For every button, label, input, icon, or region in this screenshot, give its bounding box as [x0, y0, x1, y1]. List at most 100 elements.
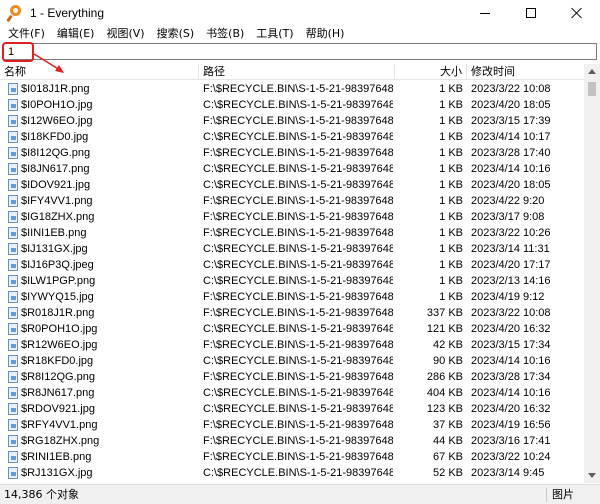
file-row[interactable]: $R018J1R.png F:\$RECYCLE.BIN\S-1-5-21-983…: [0, 305, 584, 321]
file-row[interactable]: $RFY4VV1.png F:\$RECYCLE.BIN\S-1-5-21-983…: [0, 417, 584, 433]
file-date-modified: 2023/3/17 9:08: [471, 211, 545, 223]
file-row[interactable]: $RDOV921.jpg C:\$RECYCLE.BIN\S-1-5-21-983…: [0, 401, 584, 417]
file-date-modified: 2023/3/16 17:41: [471, 435, 551, 447]
file-name: $IFY4VV1.png: [21, 195, 93, 207]
file-row[interactable]: $R0POH1O.jpg C:\$RECYCLE.BIN\S-1-5-21-983…: [0, 321, 584, 337]
menu-search[interactable]: 搜索(S): [151, 26, 201, 42]
image-file-icon: [8, 147, 18, 159]
file-size: 1 KB: [439, 147, 463, 159]
file-path: F:\$RECYCLE.BIN\S-1-5-21-983976487-10...: [203, 227, 393, 239]
search-input[interactable]: [3, 43, 597, 60]
file-size: 1 KB: [439, 227, 463, 239]
maximize-button[interactable]: [508, 0, 554, 26]
menu-file[interactable]: 文件(F): [2, 26, 51, 42]
file-name: $RG18ZHX.png: [21, 435, 100, 447]
menu-help[interactable]: 帮助(H): [300, 26, 351, 42]
file-row[interactable]: $R12W6EO.jpg F:\$RECYCLE.BIN\S-1-5-21-983…: [0, 337, 584, 353]
vertical-scrollbar[interactable]: [584, 64, 600, 483]
image-file-icon: [8, 275, 18, 287]
file-date-modified: 2023/3/14 11:31: [471, 243, 550, 255]
minimize-button[interactable]: [462, 0, 508, 26]
filter-label[interactable]: 图片: [552, 485, 574, 504]
close-button[interactable]: [554, 0, 600, 26]
image-file-icon: [8, 291, 18, 303]
column-header-size[interactable]: 大小: [395, 64, 467, 80]
file-name: $RFY4VV1.png: [21, 419, 98, 431]
file-row[interactable]: $IINI1EB.png F:\$RECYCLE.BIN\S-1-5-21-983…: [0, 225, 584, 241]
menu-bookmarks[interactable]: 书签(B): [200, 26, 250, 42]
file-row[interactable]: $RINI1EB.png F:\$RECYCLE.BIN\S-1-5-21-983…: [0, 449, 584, 465]
image-file-icon: [8, 179, 18, 191]
file-row[interactable]: $IFY4VV1.png F:\$RECYCLE.BIN\S-1-5-21-983…: [0, 193, 584, 209]
scrollbar-thumb[interactable]: [588, 82, 596, 96]
file-row[interactable]: $IJ16P3Q.jpeg C:\$RECYCLE.BIN\S-1-5-21-98…: [0, 257, 584, 273]
file-path: F:\$RECYCLE.BIN\S-1-5-21-983976487-10...: [203, 451, 393, 463]
file-row[interactable]: $I18KFD0.jpg C:\$RECYCLE.BIN\S-1-5-21-983…: [0, 129, 584, 145]
status-divider: [546, 488, 547, 502]
file-name: $I8JN617.png: [21, 163, 90, 175]
image-file-icon: [8, 387, 18, 399]
file-path: F:\$RECYCLE.BIN\S-1-5-21-983976487-10...: [203, 371, 393, 383]
image-file-icon: [8, 99, 18, 111]
file-row[interactable]: $IG18ZHX.png F:\$RECYCLE.BIN\S-1-5-21-983…: [0, 209, 584, 225]
file-row[interactable]: $R8I12QG.png F:\$RECYCLE.BIN\S-1-5-21-983…: [0, 369, 584, 385]
file-path: C:\$RECYCLE.BIN\S-1-5-21-983976487-1...: [203, 323, 393, 335]
file-name: $RJ131GX.jpg: [21, 467, 93, 479]
file-row[interactable]: $R8JN617.png C:\$RECYCLE.BIN\S-1-5-21-983…: [0, 385, 584, 401]
menu-view[interactable]: 视图(V): [100, 26, 150, 42]
file-name: $IJ131GX.jpg: [21, 243, 88, 255]
file-path: C:\$RECYCLE.BIN\S-1-5-21-983976487-1...: [203, 387, 393, 399]
column-header-name[interactable]: 名称: [0, 64, 199, 80]
menu-tools[interactable]: 工具(T): [250, 26, 299, 42]
file-path: C:\$RECYCLE.BIN\S-1-5-21-983976487-1...: [203, 355, 393, 367]
scroll-up-arrow-icon[interactable]: [588, 69, 596, 74]
file-path: C:\$RECYCLE.BIN\S-1-5-21-983976487-1...: [203, 243, 393, 255]
file-path: F:\$RECYCLE.BIN\S-1-5-21-983976487-10...: [203, 419, 393, 431]
file-size: 123 KB: [426, 403, 463, 415]
file-size: 1 KB: [439, 211, 463, 223]
file-row[interactable]: $RJ131GX.jpg C:\$RECYCLE.BIN\S-1-5-21-983…: [0, 465, 584, 481]
file-date-modified: 2023/3/28 17:34: [471, 371, 551, 383]
file-row[interactable]: $I8JN617.png C:\$RECYCLE.BIN\S-1-5-21-983…: [0, 161, 584, 177]
file-name: $I8I12QG.png: [21, 147, 91, 159]
file-date-modified: 2023/3/15 17:34: [471, 339, 551, 351]
file-row[interactable]: $I12W6EO.jpg F:\$RECYCLE.BIN\S-1-5-21-983…: [0, 113, 584, 129]
file-name: $IDOV921.jpg: [21, 179, 91, 191]
menu-edit[interactable]: 编辑(E): [51, 26, 101, 42]
image-file-icon: [8, 307, 18, 319]
file-name: $R18KFD0.jpg: [21, 355, 94, 367]
file-row[interactable]: $R18KFD0.jpg C:\$RECYCLE.BIN\S-1-5-21-983…: [0, 353, 584, 369]
file-name: $I12W6EO.jpg: [21, 115, 93, 127]
file-row[interactable]: $IJ131GX.jpg C:\$RECYCLE.BIN\S-1-5-21-983…: [0, 241, 584, 257]
file-size: 1 KB: [439, 163, 463, 175]
file-path: F:\$RECYCLE.BIN\S-1-5-21-983976487-10...: [203, 307, 393, 319]
file-row[interactable]: $IYWYQ15.jpg F:\$RECYCLE.BIN\S-1-5-21-983…: [0, 289, 584, 305]
file-row[interactable]: $I018J1R.png F:\$RECYCLE.BIN\S-1-5-21-983…: [0, 81, 584, 97]
file-row[interactable]: $ILW1PGP.png C:\$RECYCLE.BIN\S-1-5-21-983…: [0, 273, 584, 289]
file-name: $I18KFD0.jpg: [21, 131, 89, 143]
file-row[interactable]: $I0POH1O.jpg C:\$RECYCLE.BIN\S-1-5-21-983…: [0, 97, 584, 113]
file-name: $I018J1R.png: [21, 83, 90, 95]
file-list: $I018J1R.png F:\$RECYCLE.BIN\S-1-5-21-983…: [0, 81, 584, 483]
file-row[interactable]: $IDOV921.jpg C:\$RECYCLE.BIN\S-1-5-21-983…: [0, 177, 584, 193]
status-bar: 14,386 个对象 图片: [0, 484, 600, 504]
file-row[interactable]: $RG18ZHX.png F:\$RECYCLE.BIN\S-1-5-21-983…: [0, 433, 584, 449]
file-date-modified: 2023/2/13 14:16: [471, 275, 551, 287]
image-file-icon: [8, 259, 18, 271]
file-path: C:\$RECYCLE.BIN\S-1-5-21-983976487-1...: [203, 259, 393, 271]
file-date-modified: 2023/3/22 10:26: [471, 227, 551, 239]
file-path: C:\$RECYCLE.BIN\S-1-5-21-983976487-1...: [203, 99, 393, 111]
search-bar: [0, 42, 600, 62]
file-size: 1 KB: [439, 275, 463, 287]
file-row[interactable]: $I8I12QG.png F:\$RECYCLE.BIN\S-1-5-21-983…: [0, 145, 584, 161]
file-size: 1 KB: [439, 195, 463, 207]
file-size: 337 KB: [426, 307, 463, 319]
column-header-date-modified[interactable]: 修改时间: [467, 64, 584, 80]
image-file-icon: [8, 355, 18, 367]
file-name: $I0POH1O.jpg: [21, 99, 93, 111]
scroll-down-arrow-icon[interactable]: [588, 473, 596, 478]
image-file-icon: [8, 323, 18, 335]
file-date-modified: 2023/4/19 16:56: [471, 419, 551, 431]
image-file-icon: [8, 451, 18, 463]
column-header-path[interactable]: 路径: [199, 64, 395, 80]
